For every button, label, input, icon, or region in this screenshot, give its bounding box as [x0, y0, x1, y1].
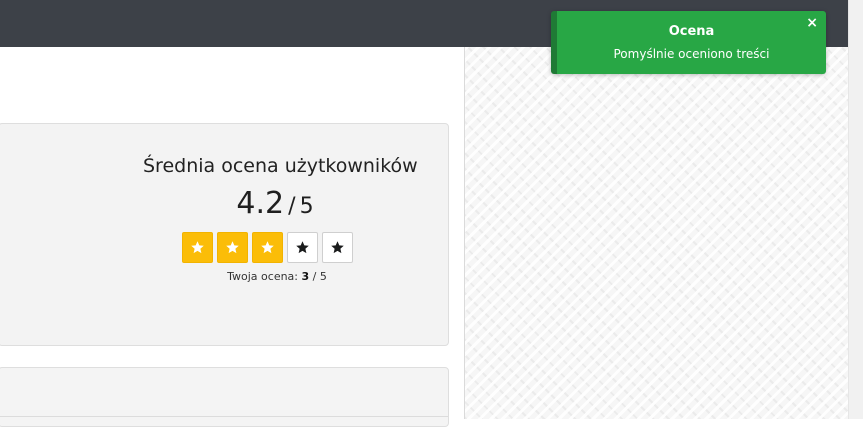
your-rating-value: 3	[301, 270, 310, 283]
toast-message: Pomyślnie oceniono treści	[613, 47, 770, 61]
star-button-3[interactable]	[252, 232, 283, 263]
toast-title: Ocena	[668, 24, 715, 39]
star-icon	[191, 241, 204, 254]
score-max: 5	[299, 194, 314, 219]
sidebar-pattern	[465, 47, 849, 419]
average-value: 4.2	[236, 186, 285, 221]
star-button-5[interactable]	[322, 232, 353, 263]
star-rating	[182, 232, 353, 263]
comments-card	[0, 367, 449, 427]
star-icon	[261, 241, 274, 254]
your-rating-label: Twoja ocena:	[227, 270, 299, 283]
card-divider	[0, 416, 448, 417]
your-rating: Twoja ocena: 3 / 5	[200, 270, 354, 283]
star-button-1[interactable]	[182, 232, 213, 263]
rating-title: Średnia ocena użytkowników	[143, 155, 418, 177]
success-toast: × Ocena Pomyślnie oceniono treści	[551, 11, 826, 74]
page-scrollbar[interactable]	[848, 0, 863, 419]
your-rating-max: / 5	[312, 270, 327, 283]
star-button-4[interactable]	[287, 232, 318, 263]
score-separator: /	[288, 194, 296, 219]
star-icon	[296, 241, 309, 254]
star-icon	[331, 241, 344, 254]
star-button-2[interactable]	[217, 232, 248, 263]
average-score: 4.2/5	[200, 186, 350, 221]
star-icon	[226, 241, 239, 254]
